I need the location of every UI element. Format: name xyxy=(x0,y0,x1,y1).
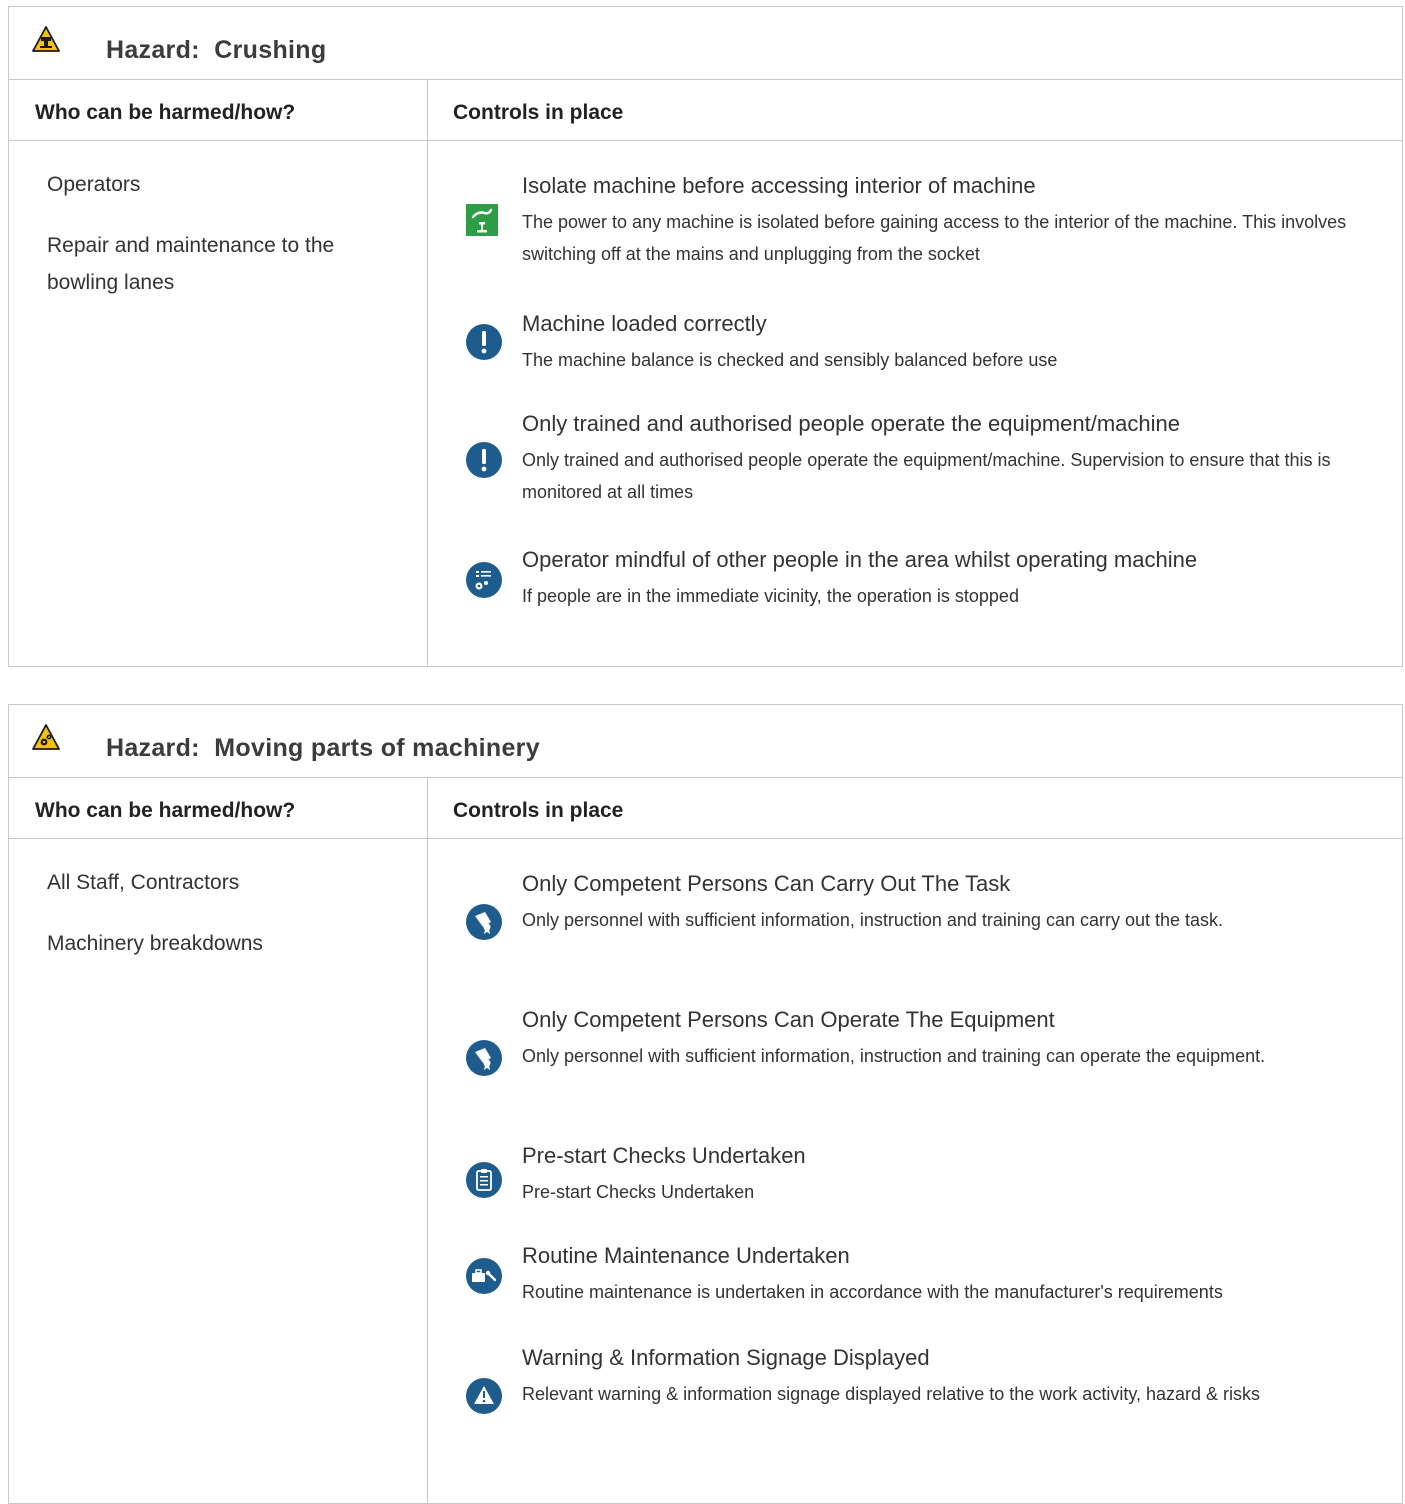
who-item: Repair and maintenance to the bowling la… xyxy=(47,234,335,294)
control-item: Only Competent Persons Can Operate The E… xyxy=(522,1006,1372,1072)
control-description: The power to any machine is isolated bef… xyxy=(522,212,1347,264)
column-divider xyxy=(427,778,428,1503)
column-headers: Who can be harmed/how? Controls in place xyxy=(9,80,1402,141)
column-headers: Who can be harmed/how? Controls in place xyxy=(9,778,1402,839)
control-description: The machine balance is checked and sensi… xyxy=(522,350,1058,370)
control-description: Only personnel with sufficient informati… xyxy=(522,1046,1266,1066)
column-divider xyxy=(427,80,428,666)
hazard-name: Moving parts of machinery xyxy=(214,734,540,762)
control-item: Machine loaded correctly The machine bal… xyxy=(522,310,1372,376)
control-title: Machine loaded correctly xyxy=(522,311,767,336)
control-description: Only trained and authorised people opera… xyxy=(522,450,1331,502)
control-item: Only trained and authorised people opera… xyxy=(522,410,1372,508)
controls-column-header: Controls in place xyxy=(453,799,624,822)
control-title: Only trained and authorised people opera… xyxy=(522,411,1181,436)
who-item: Machinery breakdowns xyxy=(47,932,263,955)
control-title: Only Competent Persons Can Operate The E… xyxy=(522,1007,1055,1032)
certificate-icon xyxy=(466,1040,502,1076)
crushing-hazard-icon xyxy=(32,26,60,52)
hazard-card-crushing: Hazard: Crushing Who can be harmed/how? … xyxy=(8,6,1403,667)
exclamation-icon xyxy=(466,324,502,360)
control-item: Warning & Information Signage Displayed … xyxy=(522,1344,1372,1410)
who-column-header: Who can be harmed/how? xyxy=(35,799,296,822)
isolate-power-icon xyxy=(466,204,498,236)
hazard-label: Hazard: xyxy=(106,734,200,762)
hazard-name: Crushing xyxy=(214,36,327,64)
who-column-header: Who can be harmed/how? xyxy=(35,101,296,124)
moving-parts-hazard-icon xyxy=(32,724,60,750)
procedure-gear-icon xyxy=(466,562,502,598)
who-item: All Staff, Contractors xyxy=(47,871,240,894)
control-description: If people are in the immediate vicinity,… xyxy=(522,586,1019,606)
hazard-header: Hazard: Crushing xyxy=(9,7,1402,80)
hazard-card-moving-parts: Hazard: Moving parts of machinery Who ca… xyxy=(8,704,1403,1504)
certificate-icon xyxy=(466,904,502,940)
control-title: Routine Maintenance Undertaken xyxy=(522,1243,850,1268)
control-description: Pre-start Checks Undertaken xyxy=(522,1182,755,1202)
exclamation-icon xyxy=(466,442,502,478)
controls-column-header: Controls in place xyxy=(453,101,624,124)
control-title: Only Competent Persons Can Carry Out The… xyxy=(522,871,1011,896)
control-item: Only Competent Persons Can Carry Out The… xyxy=(522,870,1372,936)
hazard-header: Hazard: Moving parts of machinery xyxy=(9,705,1402,778)
control-title: Isolate machine before accessing interio… xyxy=(522,173,1036,198)
control-description: Routine maintenance is undertaken in acc… xyxy=(522,1282,1223,1302)
control-title: Warning & Information Signage Displayed xyxy=(522,1345,930,1370)
control-item: Pre-start Checks Undertaken Pre-start Ch… xyxy=(522,1142,1372,1208)
control-title: Operator mindful of other people in the … xyxy=(522,547,1198,572)
control-description: Relevant warning & information signage d… xyxy=(522,1384,1261,1404)
hazard-label: Hazard: xyxy=(106,36,200,64)
control-item: Isolate machine before accessing interio… xyxy=(522,172,1372,270)
who-item: Operators xyxy=(47,173,141,196)
clipboard-icon xyxy=(466,1162,502,1198)
control-description: Only personnel with sufficient informati… xyxy=(522,910,1224,930)
warning-triangle-icon xyxy=(466,1378,502,1414)
control-title: Pre-start Checks Undertaken xyxy=(522,1143,806,1168)
control-item: Operator mindful of other people in the … xyxy=(522,546,1372,612)
toolbox-wrench-icon xyxy=(466,1258,502,1294)
control-item: Routine Maintenance Undertaken Routine m… xyxy=(522,1242,1372,1308)
